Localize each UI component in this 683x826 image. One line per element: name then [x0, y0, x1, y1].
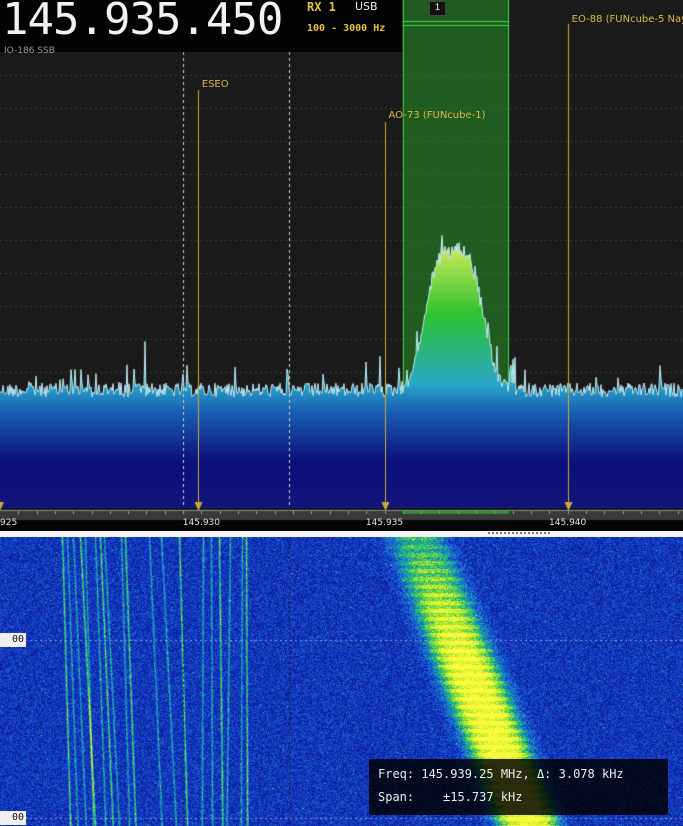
waterfall-time-label: 00 — [0, 633, 26, 647]
splitter-grip[interactable] — [488, 532, 550, 534]
partial-satellite-label: IO-186 SSB — [4, 46, 55, 56]
receiver-label[interactable]: RX 1 — [307, 0, 336, 14]
satellite-label-eo88[interactable]: EO-88 (FUNcube-5 Nayif-1) — [572, 14, 683, 25]
waterfall-time-label: 00 — [0, 811, 26, 825]
mode-label[interactable]: USB — [355, 0, 378, 13]
frequency-tick-label: 925 — [0, 518, 18, 528]
frequency-tick-label: 145.940 — [549, 518, 587, 528]
rx-number-badge[interactable]: 1 — [429, 1, 446, 16]
readout-frequency: Freq: 145.939.25 MHz, Δ: 3.078 kHz — [378, 767, 624, 781]
satellite-label-ao73[interactable]: AO-73 (FUNcube-1) — [389, 110, 486, 121]
cursor-readout: Freq: 145.939.25 MHz, Δ: 3.078 kHz Span:… — [369, 759, 668, 815]
frequency-tick-label: 145.935 — [365, 518, 404, 528]
vfo-frequency[interactable]: 145.935.450 — [2, 0, 283, 45]
readout-span: Span: ±15.737 kHz — [378, 790, 523, 804]
frequency-tick-label: 145.930 — [182, 518, 221, 528]
spectrum-display[interactable] — [0, 0, 683, 531]
bandwidth-label[interactable]: 100 - 3000 Hz — [307, 23, 385, 34]
satellite-label-eseo[interactable]: ESEO — [202, 79, 229, 90]
vfo-panel: 145.935.450 RX 1 USB 100 - 3000 Hz — [0, 0, 402, 52]
